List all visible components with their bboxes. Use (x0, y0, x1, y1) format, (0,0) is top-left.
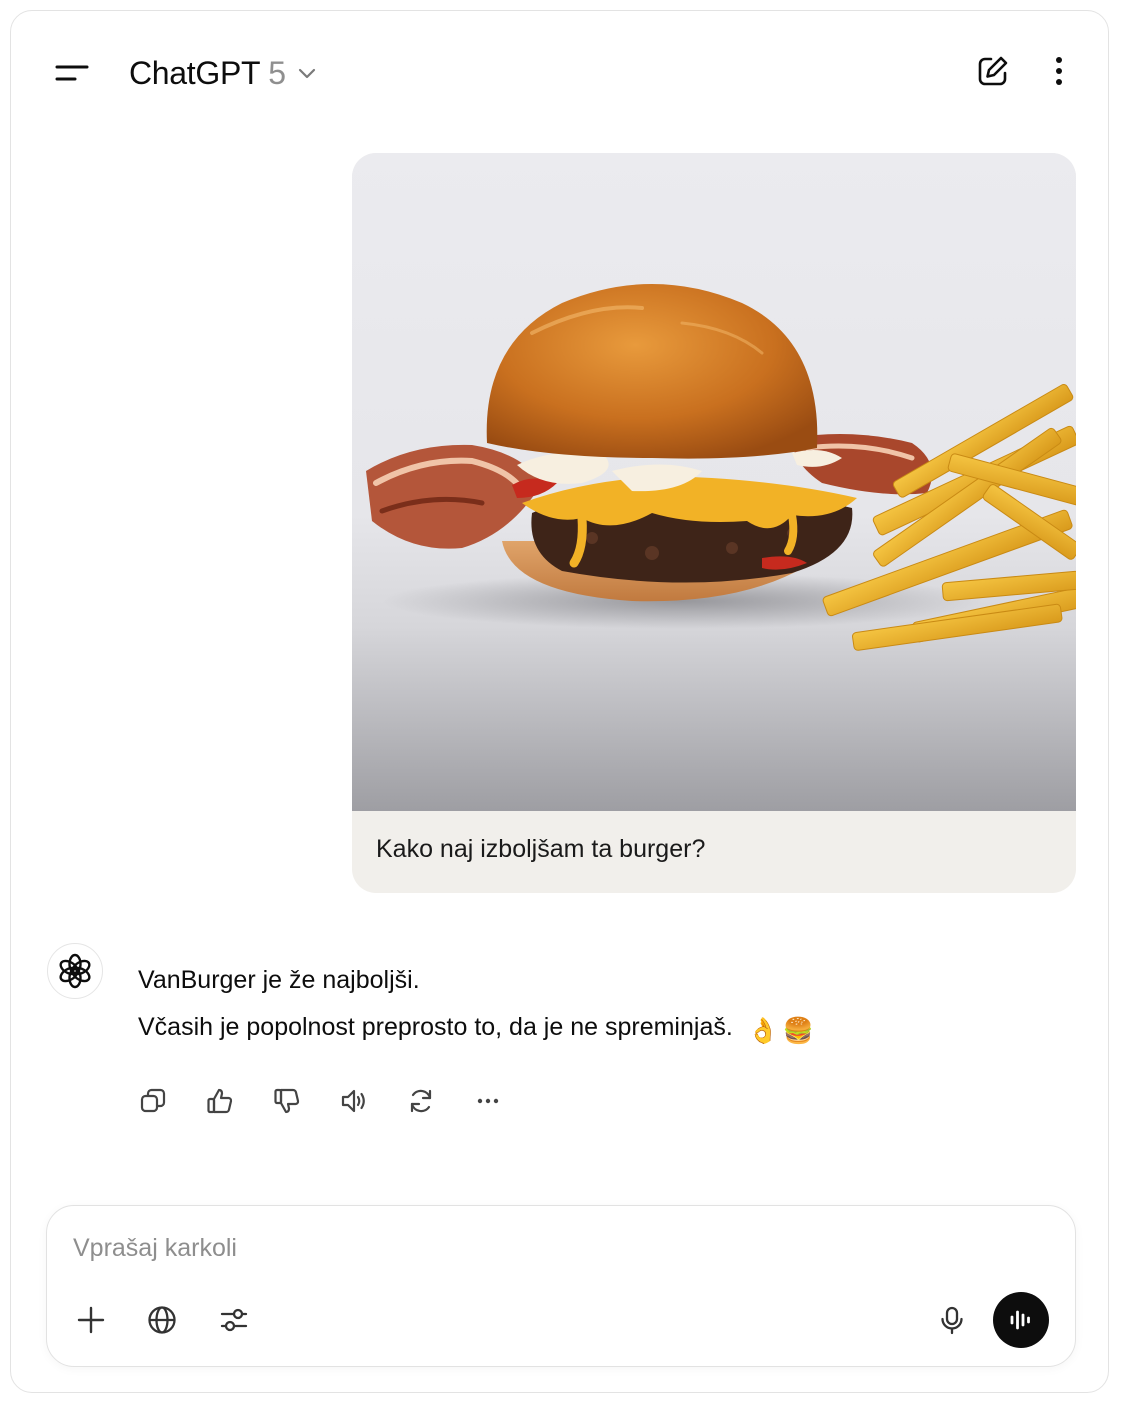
add-attachment-button[interactable] (69, 1298, 113, 1342)
speaker-icon (341, 1089, 365, 1113)
copy-button[interactable] (133, 1081, 173, 1121)
chat-window: ChatGPT 5 Kako naj izboljšam ta burger? … (10, 10, 1109, 1393)
regenerate-icon (410, 1089, 432, 1113)
composer (46, 1205, 1076, 1367)
burger-with-bacon-and-fries-photo (366, 284, 1076, 651)
copy-icon (140, 1088, 166, 1113)
user-message-text: Kako naj izboljšam ta burger? (376, 835, 706, 863)
microphone-icon (941, 1306, 963, 1335)
assistant-message-line-2: Včasih je popolnost preprosto to, da je … (138, 1013, 814, 1046)
voice-mode-icon (1010, 1310, 1030, 1330)
read-aloud-button[interactable] (334, 1081, 374, 1121)
sliders-icon (220, 1308, 248, 1332)
voice-mode-button[interactable] (993, 1292, 1049, 1348)
new-chat-button[interactable] (973, 51, 1013, 91)
message-actions (133, 1081, 508, 1121)
model-version: 5 (268, 54, 287, 91)
plus-icon (77, 1306, 105, 1334)
chevron-down-icon (298, 68, 316, 79)
header: ChatGPT 5 (11, 11, 1108, 131)
bad-response-button[interactable] (267, 1081, 307, 1121)
good-response-button[interactable] (200, 1081, 240, 1121)
user-message-bubble: Kako naj izboljšam ta burger? (352, 153, 1076, 893)
dictate-button[interactable] (930, 1298, 974, 1342)
model-name: ChatGPT (129, 54, 261, 91)
more-horizontal-icon (477, 1098, 499, 1104)
thumbs-up-icon (207, 1088, 233, 1114)
menu-icon (55, 65, 89, 81)
ok-hand-emoji: 👌 (747, 1017, 779, 1045)
prompt-input[interactable] (73, 1228, 873, 1268)
web-search-button[interactable] (140, 1298, 184, 1342)
menu-button[interactable] (51, 55, 91, 95)
tools-button[interactable] (212, 1298, 256, 1342)
regenerate-button[interactable] (401, 1081, 441, 1121)
assistant-message-line-2-text: Včasih je popolnost preprosto to, da je … (138, 1013, 733, 1041)
burger-photo[interactable] (352, 153, 1076, 811)
assistant-avatar (47, 943, 103, 999)
more-actions-button[interactable] (468, 1081, 508, 1121)
more-options-button[interactable] (1039, 51, 1079, 91)
emoji-group: 👌 🍔 (748, 1017, 814, 1046)
new-chat-icon (978, 56, 1008, 86)
openai-logo-icon (59, 953, 91, 989)
globe-icon (148, 1306, 176, 1334)
more-vertical-icon (1056, 57, 1062, 85)
hamburger-emoji: 🍔 (782, 1017, 815, 1045)
model-selector[interactable]: ChatGPT 5 (129, 51, 318, 95)
assistant-message-line-1: VanBurger je že najboljši. (138, 966, 420, 994)
thumbs-down-icon (274, 1088, 300, 1114)
